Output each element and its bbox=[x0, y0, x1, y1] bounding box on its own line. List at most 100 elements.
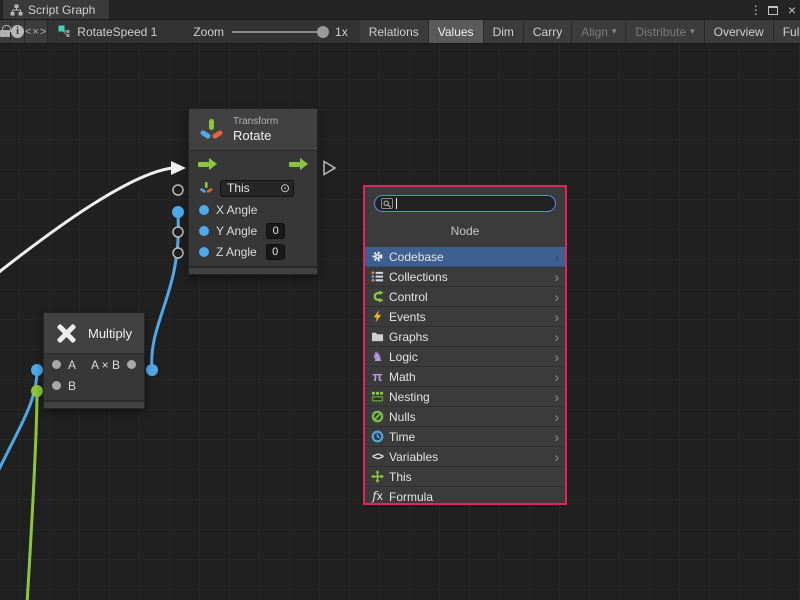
finder-item-formula[interactable]: fx Formula bbox=[365, 487, 565, 507]
node-footer bbox=[44, 400, 144, 408]
text-cursor bbox=[396, 198, 397, 209]
finder-item-collections[interactable]: Collections › bbox=[365, 267, 565, 287]
title-bar: Script Graph ⋮ × bbox=[0, 0, 800, 20]
toolbar-button-carry[interactable]: Carry bbox=[524, 20, 572, 43]
rotate-node-header[interactable]: Transform Rotate bbox=[189, 109, 317, 151]
node-title: Rotate bbox=[233, 128, 278, 143]
finder-header: Node bbox=[365, 216, 565, 247]
multiply-b-port[interactable] bbox=[52, 381, 61, 390]
flow-wire-arrowhead bbox=[171, 161, 186, 175]
chevron-right-icon: › bbox=[554, 390, 559, 404]
transform-mini-icon bbox=[199, 181, 213, 195]
finder-item-nulls[interactable]: Nulls › bbox=[365, 407, 565, 427]
flow-output-port[interactable] bbox=[289, 158, 308, 170]
chevron-right-icon: › bbox=[554, 330, 559, 344]
input-a-wire bbox=[0, 370, 37, 480]
input-b-dot[interactable] bbox=[31, 385, 43, 397]
chevron-right-icon: › bbox=[554, 310, 559, 324]
flow-input-port[interactable] bbox=[198, 158, 217, 170]
zangle-value-field[interactable]: 0 bbox=[266, 244, 285, 260]
graph-canvas[interactable]: Transform Rotate This ⊙ bbox=[0, 44, 800, 600]
chevron-right-icon: › bbox=[554, 250, 559, 264]
this-object-field[interactable]: This ⊙ bbox=[220, 180, 294, 197]
code-view-button[interactable]: <×> bbox=[25, 20, 48, 43]
chevron-right-icon: › bbox=[554, 410, 559, 424]
tab-label: Script Graph bbox=[28, 3, 95, 17]
toolbar-button-values[interactable]: Values bbox=[429, 20, 484, 43]
finder-item-events[interactable]: Events › bbox=[365, 307, 565, 327]
nesting-icon bbox=[370, 390, 385, 404]
search-input[interactable] bbox=[374, 195, 556, 212]
zangle-port[interactable] bbox=[199, 247, 209, 257]
yangle-port-outer[interactable] bbox=[173, 227, 183, 237]
finder-item-control[interactable]: Control › bbox=[365, 287, 565, 307]
formula-icon: fx bbox=[370, 490, 385, 504]
input-a-dot[interactable] bbox=[31, 364, 43, 376]
chevron-right-icon: › bbox=[554, 270, 559, 284]
tab-script-graph[interactable]: Script Graph bbox=[3, 0, 109, 19]
lightning-icon bbox=[370, 310, 385, 324]
finder-list: Codebase › Collections › Control › Event… bbox=[365, 247, 565, 507]
multiply-icon bbox=[53, 320, 79, 346]
multiply-a-port[interactable] bbox=[52, 360, 61, 369]
rotate-node[interactable]: Transform Rotate This ⊙ bbox=[188, 108, 318, 275]
toolbar-button-overview[interactable]: Overview bbox=[705, 20, 774, 43]
chevron-right-icon: › bbox=[554, 290, 559, 304]
toolbar-button-align[interactable]: Align ▾ bbox=[572, 20, 626, 43]
finder-item-logic[interactable]: ♞ Logic › bbox=[365, 347, 565, 367]
this-field-value: This bbox=[227, 181, 250, 195]
finder-item-math[interactable]: π Math › bbox=[365, 367, 565, 387]
wire-end-dot bbox=[146, 364, 158, 376]
gear-icon bbox=[370, 250, 385, 264]
zoom-slider-handle[interactable] bbox=[317, 26, 329, 38]
folder-icon bbox=[370, 330, 385, 344]
yangle-value-field[interactable]: 0 bbox=[266, 223, 285, 239]
toolbar-button-dim[interactable]: Dim bbox=[484, 20, 524, 43]
knight-icon: ♞ bbox=[370, 350, 385, 364]
toolbar-button-distribute[interactable]: Distribute ▾ bbox=[626, 20, 704, 43]
finder-item-nesting[interactable]: Nesting › bbox=[365, 387, 565, 407]
finder-item-graphs[interactable]: Graphs › bbox=[365, 327, 565, 347]
zoom-label: Zoom bbox=[193, 25, 224, 39]
finder-item-codebase[interactable]: Codebase › bbox=[365, 247, 565, 267]
zangle-port-outer[interactable] bbox=[173, 248, 183, 258]
window-controls: ⋮ × bbox=[750, 0, 796, 20]
flow-wire bbox=[0, 168, 172, 276]
close-icon[interactable]: × bbox=[788, 5, 796, 15]
multiply-b-label: B bbox=[68, 379, 76, 393]
finder-item-this[interactable]: This bbox=[365, 467, 565, 487]
multiply-node[interactable]: Multiply A A × B B bbox=[43, 312, 145, 409]
flow-output-outer[interactable] bbox=[324, 162, 335, 175]
yangle-label: Y Angle bbox=[216, 224, 257, 238]
node-footer bbox=[189, 266, 317, 274]
chevron-right-icon: › bbox=[554, 430, 559, 444]
multiply-a-label: A bbox=[68, 358, 76, 372]
kebab-menu-icon[interactable]: ⋮ bbox=[750, 3, 758, 17]
zoom-control: Zoom 1x bbox=[169, 20, 357, 43]
multiply-node-header[interactable]: Multiply bbox=[44, 313, 144, 354]
this-port-outer[interactable] bbox=[173, 185, 183, 195]
inspect-button[interactable]: i bbox=[11, 20, 25, 43]
graph-node-icon bbox=[58, 25, 71, 38]
toolbar-button-full-screen[interactable]: Full Screen bbox=[774, 20, 800, 43]
variables-icon: <> bbox=[370, 450, 385, 464]
xangle-port[interactable] bbox=[199, 205, 209, 215]
input-b-wire bbox=[27, 391, 37, 600]
finder-item-time[interactable]: Time › bbox=[365, 427, 565, 447]
chevron-down-icon: ▾ bbox=[612, 26, 617, 37]
maximize-icon[interactable] bbox=[768, 6, 778, 15]
clock-icon bbox=[370, 430, 385, 444]
transform-icon bbox=[198, 117, 224, 143]
object-picker-icon[interactable]: ⊙ bbox=[280, 181, 290, 195]
yangle-port[interactable] bbox=[199, 226, 209, 236]
breadcrumb[interactable]: RotateSpeed 1 bbox=[48, 20, 169, 43]
multiply-to-xangle-wire bbox=[152, 216, 179, 370]
finder-item-variables[interactable]: <> Variables › bbox=[365, 447, 565, 467]
multiply-out-port[interactable] bbox=[127, 360, 136, 369]
breadcrumb-label: RotateSpeed 1 bbox=[77, 25, 157, 39]
zoom-slider[interactable] bbox=[232, 31, 327, 33]
toolbar-button-relations[interactable]: Relations bbox=[360, 20, 429, 43]
lock-button[interactable] bbox=[0, 20, 11, 43]
xangle-label: X Angle bbox=[216, 203, 257, 217]
xangle-connection-dot[interactable] bbox=[172, 206, 184, 218]
